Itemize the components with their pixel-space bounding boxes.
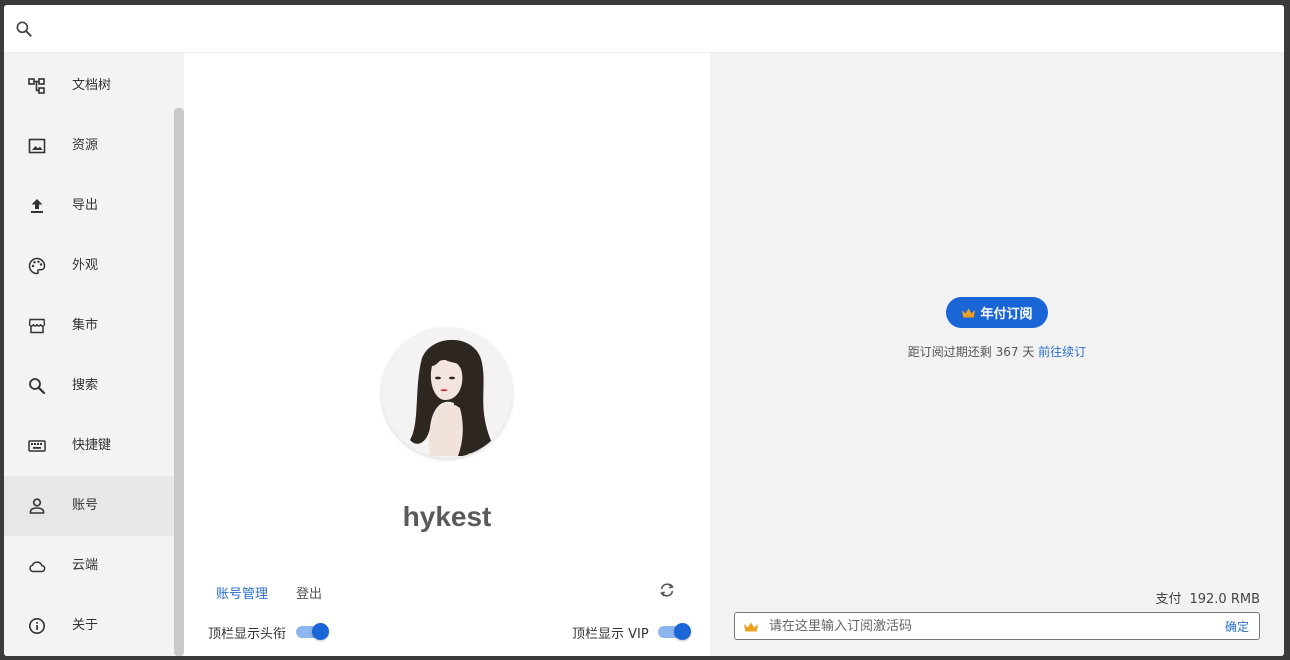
cloud-icon xyxy=(29,561,46,573)
tree-icon xyxy=(28,78,45,94)
crown-icon xyxy=(744,622,758,632)
sidebar-item-label: 搜索 xyxy=(72,378,99,393)
sidebar-item-about[interactable]: 关于 xyxy=(4,596,174,656)
sidebar-item-label: 文档树 xyxy=(72,78,112,93)
sidebar-item-label: 关于 xyxy=(72,618,99,633)
info-icon xyxy=(29,618,45,634)
keyboard-icon xyxy=(28,440,46,452)
sidebar-item-cloud[interactable]: 云端 xyxy=(4,536,174,596)
refresh-icon[interactable] xyxy=(658,581,676,599)
confirm-button[interactable]: 确定 xyxy=(1225,618,1249,635)
subscription-remaining-text: 距订阅过期还剩 367 天 xyxy=(907,345,1035,359)
subscription-remaining: 距订阅过期还剩 367 天 前往续订 xyxy=(710,343,1284,360)
activation-code-box: 确定 xyxy=(734,612,1260,640)
toggle-knob xyxy=(674,623,691,640)
sidebar-item-label: 资源 xyxy=(72,138,99,153)
avatar[interactable] xyxy=(382,328,512,458)
annual-subscription-button[interactable]: 年付订阅 xyxy=(946,297,1048,328)
search-bar xyxy=(4,5,1284,53)
sidebar-item-search[interactable]: 搜索 xyxy=(4,356,174,416)
subscription-panel: 年付订阅 距订阅过期还剩 367 天 前往续订 支付 192.0 RMB 确定 xyxy=(710,53,1284,656)
store-icon xyxy=(28,318,46,334)
sidebar-item-label: 云端 xyxy=(72,558,99,573)
toggle-vip-label: 顶栏显示 VIP xyxy=(572,627,649,642)
username: hykest xyxy=(402,501,492,532)
search-input[interactable] xyxy=(44,13,1264,45)
payment-info: 支付 192.0 RMB xyxy=(1155,588,1260,607)
crown-icon xyxy=(962,308,976,317)
search-icon xyxy=(29,378,46,395)
sidebar-item-export[interactable]: 导出 xyxy=(4,176,174,236)
sidebar-item-keymap[interactable]: 快捷键 xyxy=(4,416,174,476)
sidebar-item-filetree[interactable]: 文档树 xyxy=(4,56,174,116)
account-panel: hykest 账号管理 登出 顶栏显示头衔 顶栏显示 VIP xyxy=(184,53,710,656)
sidebar-item-label: 导出 xyxy=(72,198,99,213)
toggle-title-switch[interactable] xyxy=(296,623,330,640)
sidebar-item-assets[interactable]: 资源 xyxy=(4,116,174,176)
activation-code-input[interactable] xyxy=(769,615,1209,637)
toggle-title-label: 顶栏显示头衔 xyxy=(208,627,287,642)
sidebar-item-label: 集市 xyxy=(72,318,99,333)
account-manage-link[interactable]: 账号管理 xyxy=(216,583,268,602)
settings-dialog: 文档树 资源 导出 外观 集市 搜索 快捷键 账号 云端 关于 hykest 账… xyxy=(4,5,1284,656)
sidebar-item-appearance[interactable]: 外观 xyxy=(4,236,174,296)
sidebar-item-account[interactable]: 账号 xyxy=(4,476,174,536)
renew-link[interactable]: 前往续订 xyxy=(1038,345,1086,359)
sidebar-item-label: 账号 xyxy=(72,498,99,513)
sidebar-item-bazaar[interactable]: 集市 xyxy=(4,296,174,356)
sidebar-scrollbar[interactable] xyxy=(174,108,184,656)
avatar-image xyxy=(382,328,512,458)
toggle-vip-switch[interactable] xyxy=(658,623,692,640)
annual-subscription-label: 年付订阅 xyxy=(980,307,1033,322)
image-icon xyxy=(28,138,46,154)
logout-link[interactable]: 登出 xyxy=(296,583,322,602)
upload-icon xyxy=(31,199,43,213)
sidebar-item-label: 外观 xyxy=(72,258,99,273)
search-icon xyxy=(16,21,32,37)
sidebar-item-label: 快捷键 xyxy=(72,438,112,453)
pay-amount: 192.0 RMB xyxy=(1189,592,1260,607)
palette-icon xyxy=(28,257,46,275)
sidebar: 文档树 资源 导出 外观 集市 搜索 快捷键 账号 云端 关于 xyxy=(4,53,184,656)
toggle-knob xyxy=(312,623,329,640)
account-icon xyxy=(29,498,45,514)
pay-label: 支付 xyxy=(1155,592,1182,607)
